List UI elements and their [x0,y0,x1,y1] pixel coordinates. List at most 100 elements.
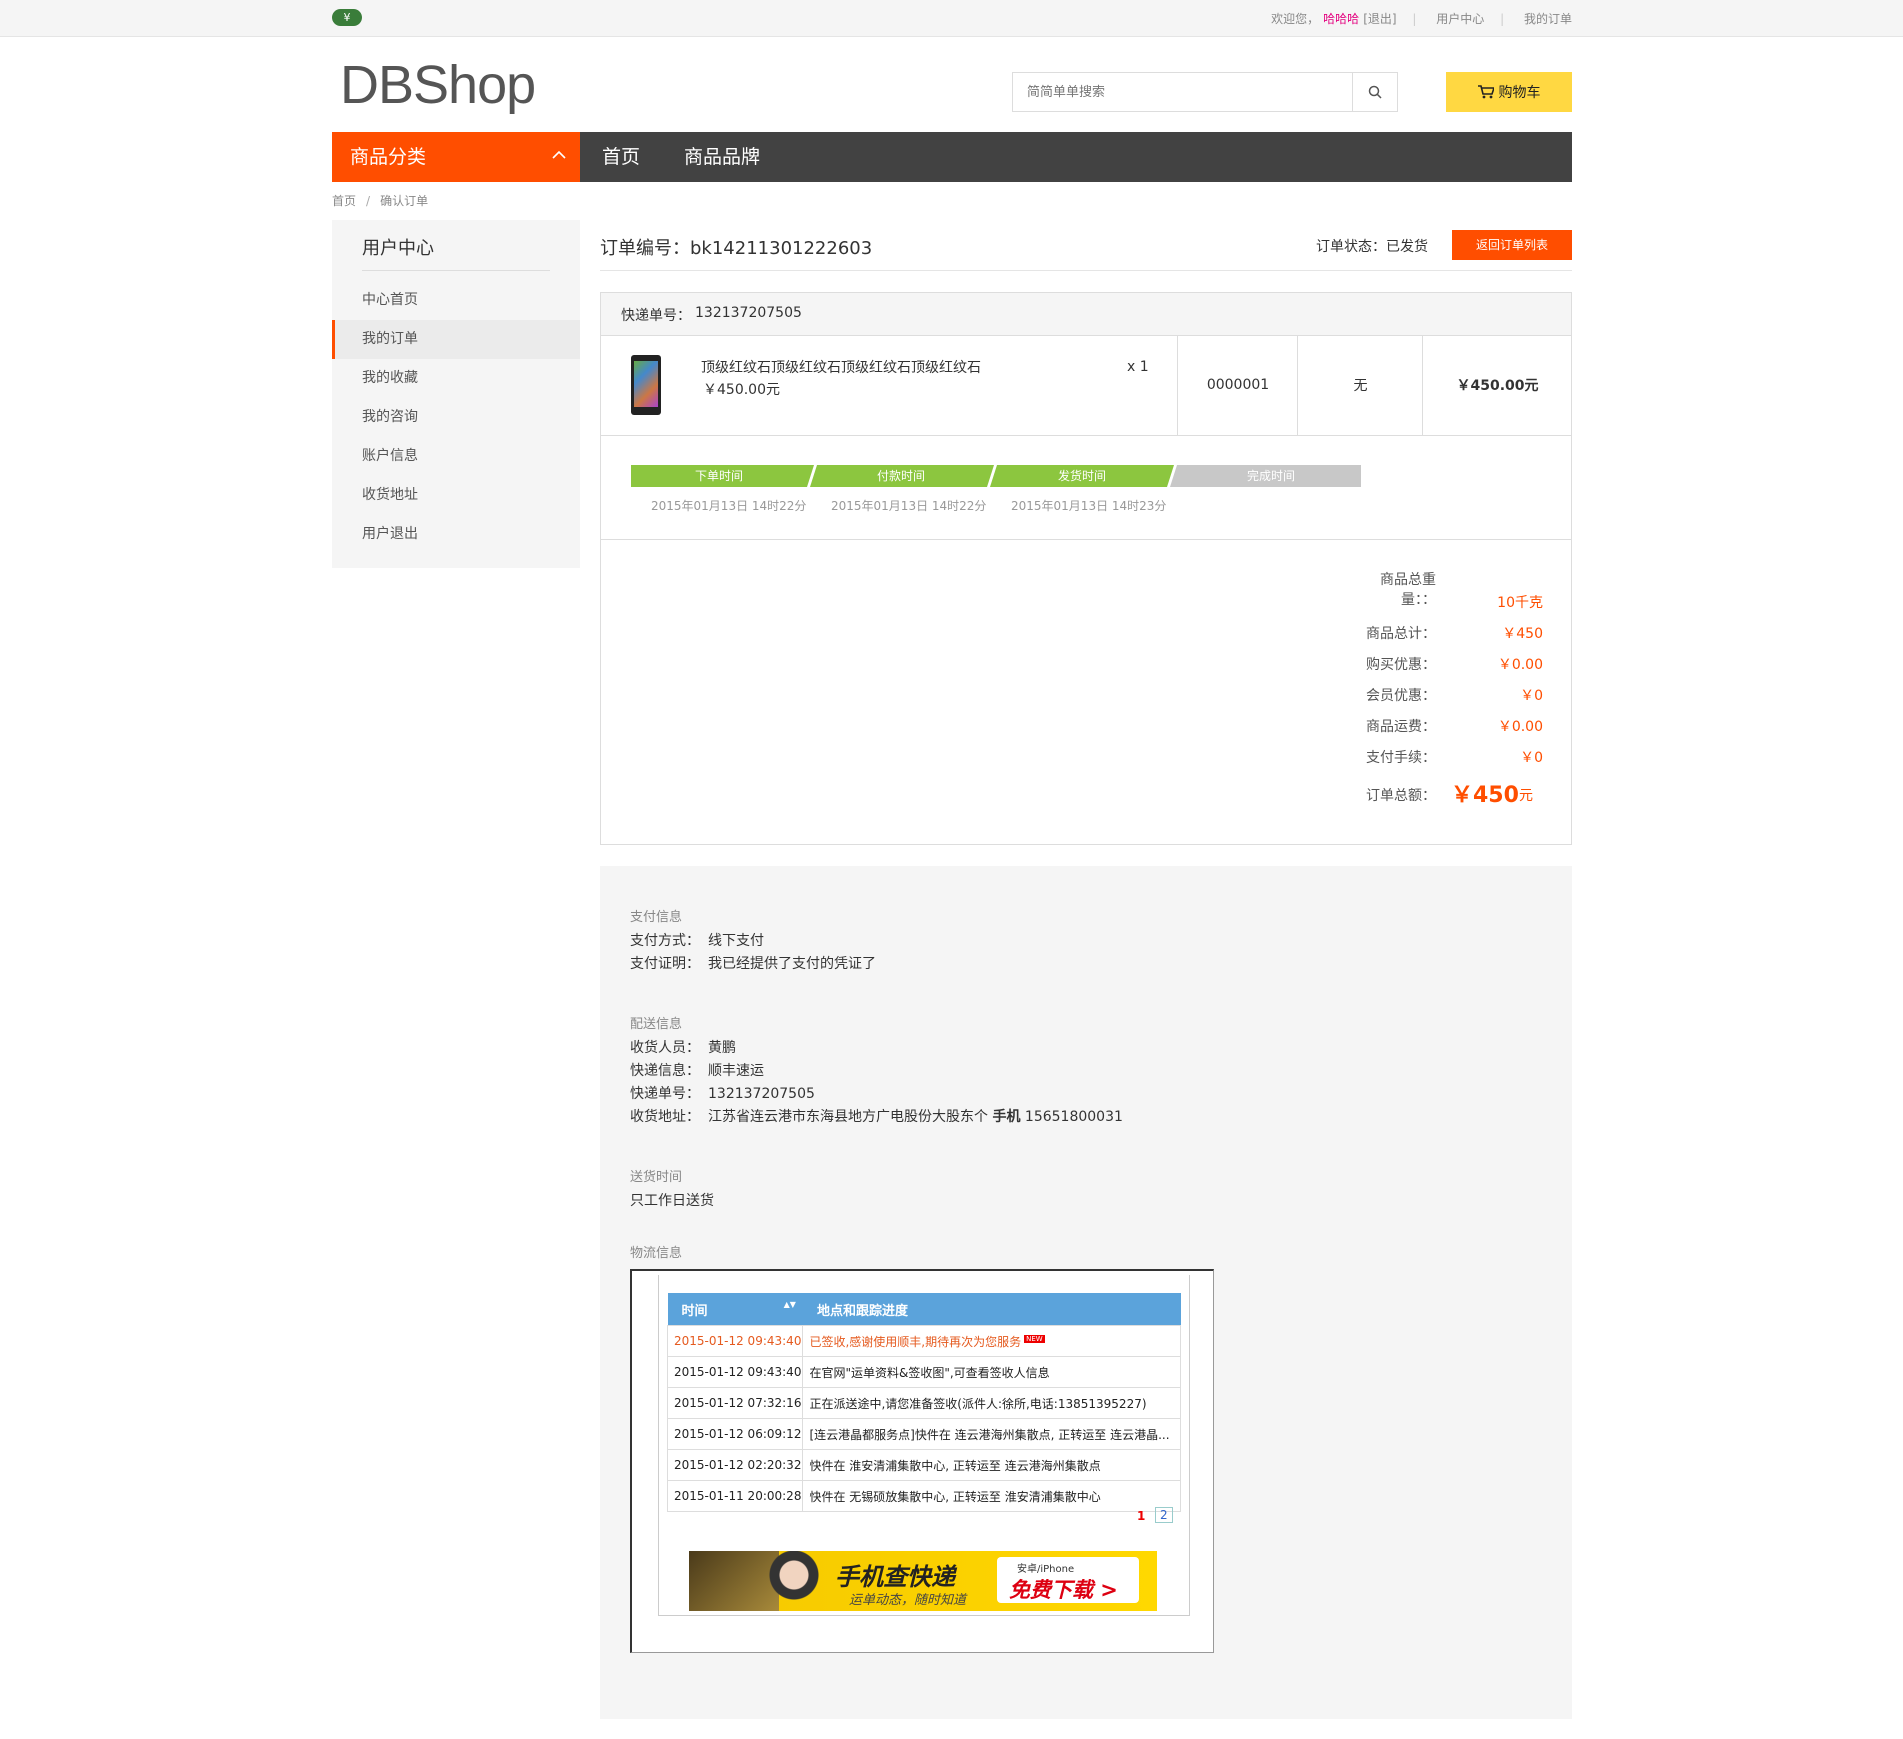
summary-weight-value: 10千克 [1497,595,1543,611]
logistics-heading: 物流信息 [630,1246,683,1261]
user-sidebar: 用户中心 中心首页 我的订单 我的收藏 我的咨询 账户信息 收货地址 用户退出 [332,220,580,568]
summary-value: ￥0.00 [1497,719,1543,735]
tracking-time: 2015-01-12 09:43:40 [666,1325,804,1357]
back-to-orders-button[interactable]: 返回订单列表 [1452,230,1572,260]
order-status-label: 订单状态： [1316,239,1386,255]
summary-label: 商品总计： [1366,626,1436,642]
shipping-address: 收货地址： 江苏省连云港市东海县地方广电股份大股东个 手机 15651800031 [630,1109,1123,1125]
delivery-time-heading: 送货时间 [630,1170,683,1185]
tracking-desc: 正在派送途中,请您准备签收(派件人:徐所,电话:13851395227) [802,1387,1181,1419]
new-badge: NEW [1024,1334,1045,1343]
summary-label: 购买优惠： [1366,657,1436,673]
app-download-banner[interactable]: 手机查快递 运单动态，随时知道 安卓/iPhone 免费下载 > [689,1551,1157,1611]
sidebar-item-orders[interactable]: 我的订单 [332,320,580,359]
product-sku: 0000001 [1177,335,1298,435]
divider: | [1412,12,1417,26]
progress-label-2: 付款时间 [877,469,925,483]
breadcrumb-home[interactable]: 首页 [332,194,356,208]
top-links: 欢迎您， 哈哈哈 [退出] | 用户中心 | 我的订单 [1267,10,1572,27]
username-link[interactable]: 哈哈哈 [1323,12,1359,26]
product-row: 顶级红纹石顶级红纹石顶级红纹石顶级红纹石 ￥450.00元 x 1 000000… [601,335,1571,436]
page-1[interactable]: 1 [1137,1509,1145,1523]
breadcrumb-current: 确认订单 [380,194,429,208]
banner-title: 手机查快递 [835,1563,955,1591]
tracking-time: 2015-01-12 07:32:16 [666,1387,804,1419]
order-number-label: 订单编号： [600,238,690,259]
user-center-link[interactable]: 用户中心 [1436,12,1484,26]
logout-link[interactable]: [退出] [1363,12,1396,26]
payment-proof: 支付证明： 我已经提供了支付的凭证了 [630,956,876,972]
tracking-header-time[interactable]: 时间 ▲▼ [667,1293,803,1326]
product-total: ￥450.00元 [1422,335,1572,435]
tracking-time: 2015-01-11 20:00:28 [666,1480,804,1512]
divider: | [1500,12,1505,26]
banner-download-button[interactable]: 安卓/iPhone 免费下载 > [997,1557,1139,1603]
sidebar-item-logout[interactable]: 用户退出 [332,515,580,554]
product-name[interactable]: 顶级红纹石顶级红纹石顶级红纹石顶级红纹石 [701,357,981,377]
banner-phone-image [689,1551,779,1611]
progress-label-3: 发货时间 [1058,468,1106,483]
tracking-table: 时间 ▲▼ 地点和跟踪进度 2015-01-12 09:43:40 已签收,感谢… [666,1293,1181,1512]
summary-label: 支付手续： [1366,750,1436,766]
top-bar: ¥ 欢迎您， 哈哈哈 [退出] | 用户中心 | 我的订单 [0,0,1903,37]
sidebar-item-inquiries[interactable]: 我的咨询 [332,398,580,437]
order-number-value: bk14211301222603 [690,238,873,259]
express-number-info: 快递单号： 132137207505 [630,1086,815,1102]
progress-time-2: 2015年01月13日 14时22分 [831,499,987,513]
order-total-unit: 元 [1519,788,1533,804]
sidebar-item-addresses[interactable]: 收货地址 [332,476,580,515]
tracking-desc: 快件在 淮安清浦集散中心, 正转运至 连云港海州集散点 [802,1449,1181,1481]
tracking-frame: 时间 ▲▼ 地点和跟踪进度 2015-01-12 09:43:40 已签收,感谢… [630,1269,1214,1653]
express-number: 132137207505 [695,305,802,321]
my-orders-link[interactable]: 我的订单 [1524,12,1572,26]
order-status: 订单状态：已发货 [1316,236,1428,256]
product-option: 无 [1297,335,1423,435]
sidebar-item-home[interactable]: 中心首页 [332,281,580,320]
sidebar-title: 用户中心 [362,238,434,259]
summary-value: ￥0.00 [1497,657,1543,673]
table-row: 2015-01-12 09:43:40 在官网"运单资料&签收图",可查看签收人… [666,1356,1181,1388]
search-icon [1368,85,1382,99]
order-header: 订单编号：bk14211301222603 订单状态：已发货 返回订单列表 [600,228,1572,271]
main-nav: 商品分类 首页 商品品牌 [332,132,1572,182]
express-info: 快递信息： 顺丰速运 [630,1063,764,1079]
nav-home[interactable]: 首页 [602,132,640,182]
tracking-header-progress: 地点和跟踪进度 [802,1293,1181,1326]
tracking-desc: [连云港晶都服务点]快件在 连云港海州集散点, 正转运至 连云港晶... [802,1418,1181,1450]
breadcrumb: 首页 / 确认订单 [332,192,428,209]
order-info: 支付信息 支付方式： 线下支付 支付证明： 我已经提供了支付的凭证了 配送信息 收货… [600,866,1572,1719]
tracking-widget: 时间 ▲▼ 地点和跟踪进度 2015-01-12 09:43:40 已签收,感谢… [658,1275,1190,1616]
table-row: 2015-01-12 02:20:32 快件在 淮安清浦集散中心, 正转运至 连… [666,1449,1181,1481]
tracking-desc: 在官网"运单资料&签收图",可查看签收人信息 [802,1356,1181,1388]
product-image[interactable] [631,355,661,415]
breadcrumb-separator: / [366,194,371,208]
category-menu[interactable]: 商品分类 [332,132,580,182]
sidebar-item-favorites[interactable]: 我的收藏 [332,359,580,398]
table-row: 2015-01-12 09:43:40 已签收,感谢使用顺丰,期待再次为您服务 N… [666,1325,1181,1357]
tracking-time: 2015-01-12 09:43:40 [666,1356,804,1388]
order-number: 订单编号：bk14211301222603 [600,234,872,260]
payment-heading: 支付信息 [630,910,683,925]
order-progress: 下单时间 付款时间 发货时间 完成时间 2015年01月13日 14时22分 2… [601,435,1571,540]
category-label: 商品分类 [350,146,427,168]
banner-person-image [769,1551,819,1611]
table-row: 2015-01-12 07:32:16 正在派送途中,请您准备签收(派件人:徐所… [666,1387,1181,1419]
express-label: 快递单号： [621,308,691,324]
cart-button[interactable]: 购物车 [1446,72,1572,112]
search-button[interactable] [1352,73,1397,111]
search-input[interactable] [1013,73,1351,111]
page-2[interactable]: 2 [1155,1507,1173,1523]
banner-subtitle: 运单动态，随时知道 [849,1593,967,1608]
cart-icon [1477,85,1494,99]
payment-method: 支付方式： 线下支付 [630,933,764,949]
nav-brands[interactable]: 商品品牌 [684,132,760,182]
summary-label: 商品运费： [1366,719,1436,735]
currency-icon: ¥ [332,9,362,26]
progress-bar: 下单时间 付款时间 发货时间 完成时间 [631,465,1361,487]
express-bar: 快递单号： 132137207505 [601,293,1571,336]
sidebar-item-account[interactable]: 账户信息 [332,437,580,476]
table-row: 2015-01-11 20:00:28 快件在 无锡硕放集散中心, 正转运至 淮… [666,1480,1181,1512]
shipping-heading: 配送信息 [630,1017,683,1032]
progress-time-3: 2015年01月13日 14时23分 [1011,499,1167,513]
site-logo[interactable]: DBShop [340,54,536,116]
